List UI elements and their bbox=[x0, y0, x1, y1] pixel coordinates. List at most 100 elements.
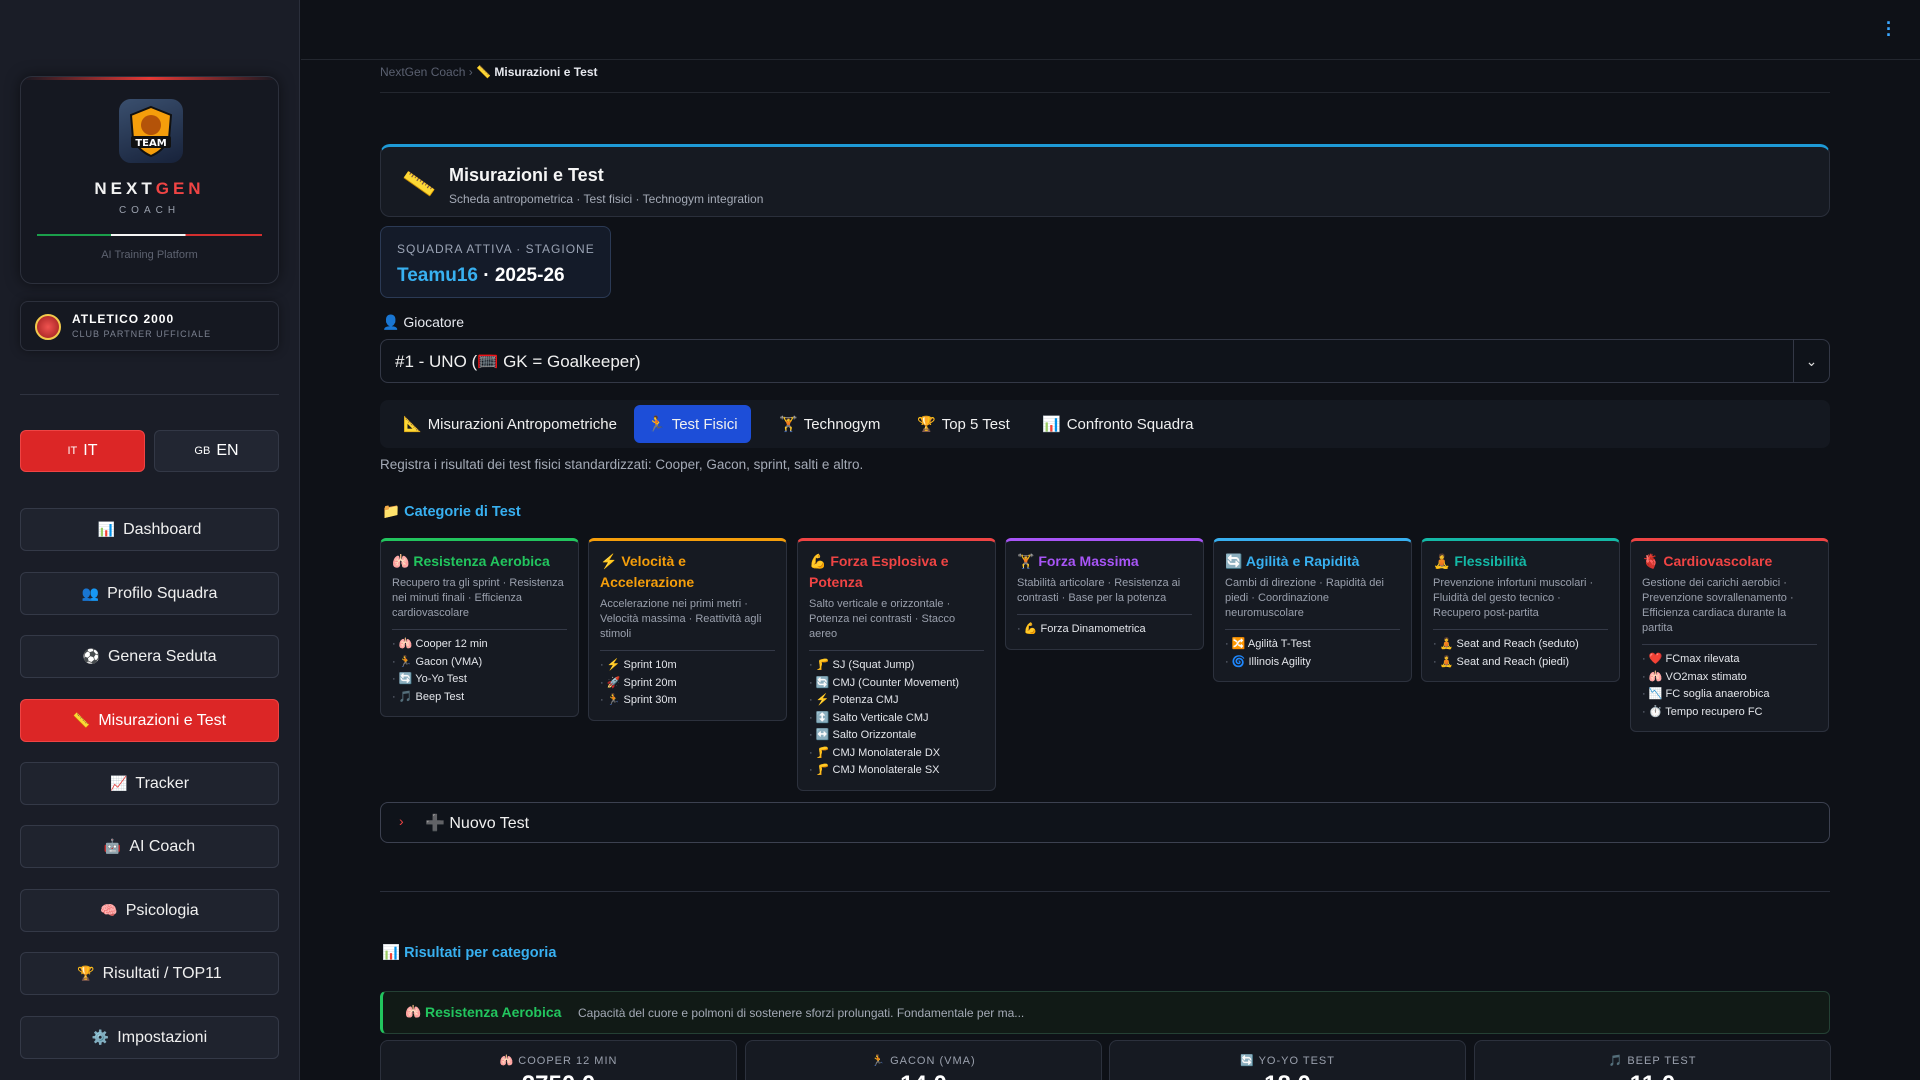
nav-impostazioni[interactable]: ⚙️ Impostazioni bbox=[20, 1016, 279, 1059]
test-item: 💪 Forza Dinamometrica bbox=[1017, 621, 1192, 639]
test-category-desc: Salto verticale e orizzontale · Potenza … bbox=[809, 597, 984, 651]
nav-dashboard[interactable]: 📊 Dashboard bbox=[20, 508, 279, 551]
test-item-icon: ⏱️ bbox=[1648, 705, 1663, 718]
test-category-card: 🔄 Agilità e Rapidità Cambi di direzione ·… bbox=[1213, 538, 1412, 682]
results-category-desc: Capacità del cuore e polmoni di sostener… bbox=[578, 1006, 1025, 1020]
tagline: AI Training Platform bbox=[101, 249, 198, 261]
player-select-value: #1 - UNO (🥅 GK = Goalkeeper) bbox=[395, 352, 641, 371]
nav-ai-coach[interactable]: 🤖 AI Coach bbox=[20, 825, 279, 868]
test-item-icon: ⚡ bbox=[815, 694, 830, 706]
metric-card-beep: 🎵 BEEP TEST 11.0 bbox=[1474, 1040, 1831, 1080]
test-item-icon: 🌀 bbox=[1231, 655, 1246, 668]
trophy-icon: 🏆 bbox=[77, 965, 95, 981]
test-item: 🎵 Beep Test bbox=[392, 689, 567, 707]
category-icon: 🫁 bbox=[392, 553, 410, 569]
runner-icon: 🏃 bbox=[647, 416, 666, 433]
team-badge-logo: TEAM bbox=[119, 99, 183, 163]
test-item-icon: 📉 bbox=[1648, 688, 1663, 700]
chevron-down-icon[interactable]: ⌄ bbox=[1793, 339, 1829, 383]
test-category-card: 🫀 Cardiovascolare Gestione dei carichi ae… bbox=[1630, 538, 1829, 732]
brand-name: NEXTGEN bbox=[94, 179, 205, 198]
test-item-icon: ❤️ bbox=[1648, 653, 1663, 665]
nav-risultati-top11[interactable]: 🏆 Risultati / TOP11 bbox=[20, 952, 279, 995]
breadcrumb-current: Misurazioni e Test bbox=[494, 65, 598, 79]
svg-text:TEAM: TEAM bbox=[135, 138, 166, 149]
tab-test-fisici[interactable]: 🏃 Test Fisici bbox=[634, 405, 751, 443]
test-item: ⚡ Potenza CMJ bbox=[809, 692, 984, 710]
test-category-title: 🧘 Flessibilità bbox=[1433, 553, 1527, 569]
squad-label: SQUADRA ATTIVA · STAGIONE bbox=[397, 242, 595, 256]
test-category-desc: Prevenzione infortuni muscolari · Fluidi… bbox=[1433, 576, 1608, 630]
kebab-menu-icon[interactable]: · · · bbox=[1886, 14, 1892, 44]
ruler-icon: 📏 bbox=[400, 166, 438, 202]
chart-icon: 📊 bbox=[1042, 416, 1061, 433]
tab-confronto-squadra[interactable]: 📊 Confronto Squadra bbox=[1029, 405, 1206, 443]
player-select[interactable]: #1 - UNO (🥅 GK = Goalkeeper) ⌄ bbox=[380, 339, 1830, 383]
test-category-title: 🏋️ Forza Massima bbox=[1017, 553, 1139, 569]
tab-misurazioni-antropometriche[interactable]: 📐 Misurazioni Antropometriche bbox=[390, 405, 630, 443]
test-item: 🔄 CMJ (Counter Movement) bbox=[809, 675, 984, 693]
chart-icon: 📊 bbox=[97, 521, 116, 537]
nav-tracker[interactable]: 📈 Tracker bbox=[20, 762, 279, 805]
lang-it-button[interactable]: IT IT bbox=[20, 430, 145, 472]
test-item: 🫁 Cooper 12 min bbox=[392, 636, 567, 654]
test-item: ⏱️ Tempo recupero FC bbox=[1642, 704, 1817, 722]
nav-misurazioni-test[interactable]: 📏 Misurazioni e Test bbox=[20, 699, 279, 742]
page-subtitle: Scheda antropometrica · Test fisici · Te… bbox=[449, 192, 764, 206]
test-item-icon: 🔀 bbox=[1231, 638, 1246, 650]
test-item-icon: ⚡ bbox=[606, 659, 621, 671]
plus-icon: ➕ bbox=[425, 815, 445, 832]
test-item-icon: ↔️ bbox=[815, 729, 830, 741]
tab-top-5-test[interactable]: 🏆 Top 5 Test bbox=[904, 405, 1023, 443]
nav-psicologia[interactable]: 🧠 Psicologia bbox=[20, 889, 279, 932]
brain-icon: 🧠 bbox=[100, 902, 118, 918]
test-category-title: 🔄 Agilità e Rapidità bbox=[1225, 553, 1360, 569]
category-icon: 💪 bbox=[809, 553, 827, 569]
weightlifter-icon: 🏋️ bbox=[779, 416, 798, 433]
test-item-icon: ↕️ bbox=[815, 711, 830, 724]
tab-bar: 📐 Misurazioni Antropometriche 🏃 Test Fisic… bbox=[380, 400, 1830, 448]
test-item: 🦵 CMJ Monolaterale SX bbox=[809, 762, 984, 780]
lang-en-button[interactable]: GB EN bbox=[154, 430, 279, 472]
test-item: ❤️ FCmax rilevata bbox=[1642, 651, 1817, 669]
test-item-icon: 🔄 bbox=[815, 676, 830, 689]
nav-profilo-squadra[interactable]: 👥 Profilo Squadra bbox=[20, 572, 279, 615]
team-icon: 👥 bbox=[81, 585, 100, 601]
category-icon: ⚡ bbox=[600, 553, 618, 569]
metric-card-cooper: 🫁 COOPER 12 MIN 2750.0 bbox=[380, 1040, 737, 1080]
test-item-icon: 🦵 bbox=[815, 659, 830, 671]
test-item-icon: 🧘 bbox=[1439, 655, 1454, 668]
test-item: 🫁 VO2max stimato bbox=[1642, 669, 1817, 687]
test-category-desc: Cambi di direzione · Rapidità dei piedi … bbox=[1225, 576, 1400, 630]
category-icon: 🔄 bbox=[1225, 553, 1243, 569]
triangle-ruler-icon: 📐 bbox=[403, 416, 422, 433]
breadcrumb-root[interactable]: NextGen Coach bbox=[380, 65, 465, 79]
metric-card-gacon: 🏃 GACON (VMA) 14.0 bbox=[745, 1040, 1102, 1080]
trend-icon: 📈 bbox=[109, 775, 128, 791]
test-item-icon: 💪 bbox=[1023, 623, 1038, 635]
trophy-icon: 🏆 bbox=[917, 416, 936, 433]
music-note-icon: 🎵 bbox=[1608, 1055, 1624, 1067]
test-item: 🦵 CMJ Monolaterale DX bbox=[809, 745, 984, 763]
categories-title: 📁 Categorie di Test bbox=[382, 504, 521, 520]
partner-card: ATLETICO 2000 CLUB PARTNER UFFICIALE bbox=[20, 301, 279, 351]
test-item-icon: 🎵 bbox=[398, 690, 413, 703]
test-item: 🚀 Sprint 20m bbox=[600, 675, 775, 693]
tricolor-divider bbox=[37, 234, 262, 236]
tab-description: Registra i risultati dei test fisici sta… bbox=[380, 457, 864, 472]
test-item: 📉 FC soglia anaerobica bbox=[1642, 686, 1817, 704]
new-test-expander[interactable]: › ➕ Nuovo Test bbox=[380, 802, 1830, 843]
test-item: ⚡ Sprint 10m bbox=[600, 657, 775, 675]
page-title: Misurazioni e Test bbox=[449, 165, 604, 185]
sidebar: TEAM NEXTGEN COACH AI Training Platform … bbox=[0, 0, 300, 1080]
test-category-title: ⚡ Velocità e Accelerazione bbox=[600, 553, 695, 590]
gear-icon: ⚙️ bbox=[91, 1029, 110, 1045]
active-squad-card: SQUADRA ATTIVA · STAGIONE Teamu16 · 2025… bbox=[380, 226, 611, 298]
robot-icon: 🤖 bbox=[103, 838, 122, 854]
tab-technogym[interactable]: 🏋️ Technogym bbox=[766, 405, 893, 443]
metric-card-yoyo: 🔄 YO-YO TEST 18.0 bbox=[1109, 1040, 1466, 1080]
folder-icon: 📁 bbox=[382, 504, 401, 520]
category-icon: 🏋️ bbox=[1017, 553, 1035, 569]
page-header-card: 📏 Misurazioni e Test Scheda antropometri… bbox=[380, 144, 1830, 217]
nav-genera-seduta[interactable]: ⚽ Genera Seduta bbox=[20, 635, 279, 678]
